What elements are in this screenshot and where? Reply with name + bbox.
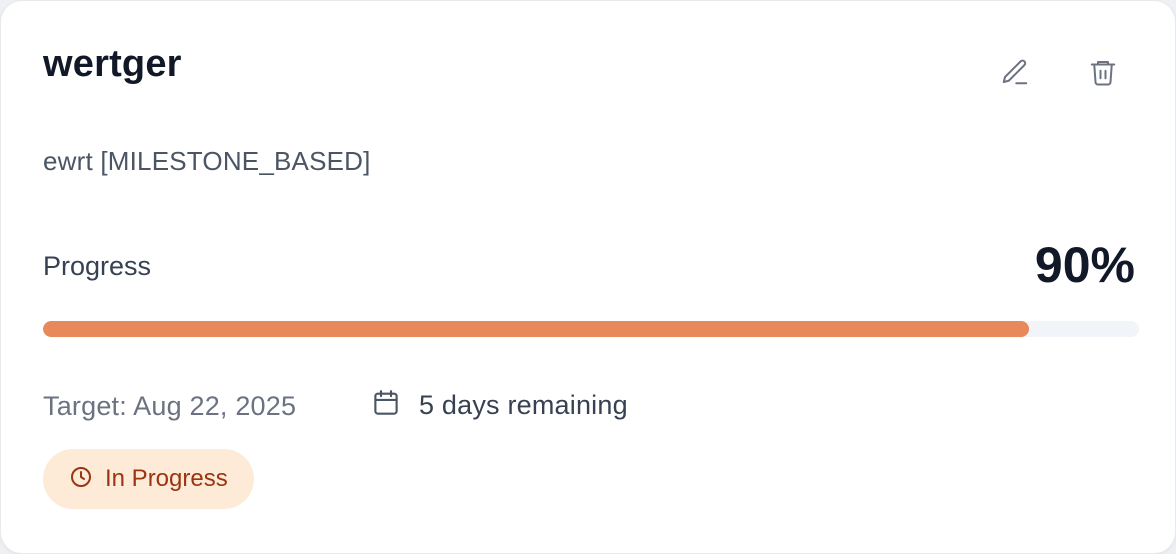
progress-bar bbox=[43, 321, 1139, 337]
goal-description: ewrt [MILESTONE_BASED] bbox=[43, 146, 371, 176]
target-date: Target: Aug 22, 2025 bbox=[43, 391, 297, 421]
status-label: In Progress bbox=[105, 465, 228, 492]
pencil-icon bbox=[1000, 57, 1030, 87]
goal-card: wertger ewrt [MILESTONE_BASED] Progress … bbox=[0, 0, 1176, 554]
trash-icon bbox=[1088, 57, 1118, 87]
progress-percentage: 90% bbox=[1034, 237, 1135, 293]
days-remaining-label: 5 days remaining bbox=[419, 390, 628, 420]
status-badge: In Progress bbox=[43, 449, 254, 509]
progress-bar-fill bbox=[43, 321, 1030, 337]
edit-button[interactable] bbox=[992, 49, 1038, 95]
progress-label: Progress bbox=[43, 251, 152, 281]
clock-icon bbox=[69, 465, 93, 494]
days-remaining: 5 days remaining bbox=[371, 387, 628, 423]
calendar-icon bbox=[371, 388, 401, 423]
goal-title: wertger bbox=[43, 43, 182, 85]
delete-button[interactable] bbox=[1080, 49, 1126, 95]
